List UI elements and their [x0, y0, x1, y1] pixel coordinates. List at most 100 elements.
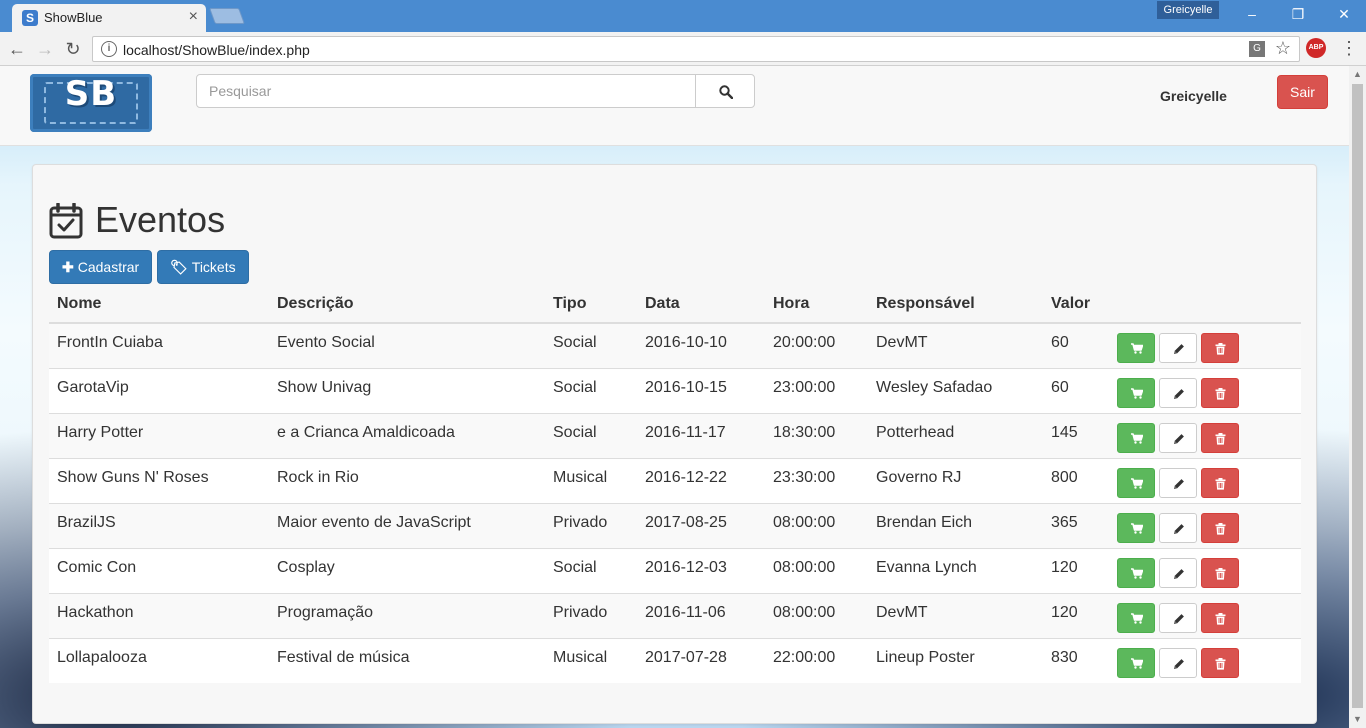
cadastrar-button[interactable]: ✚ Cadastrar [49, 250, 153, 284]
edit-event-button[interactable] [1159, 602, 1197, 633]
table-row: GarotaVip Show Univag Social 2016-10-15 23:0… [49, 367, 1301, 413]
scrollbar-thumb[interactable] [1352, 84, 1363, 708]
tab-close-icon[interactable]: × [189, 8, 198, 26]
delete-event-button[interactable] [1201, 557, 1239, 588]
cell-data: 2016-10-10 [637, 322, 765, 368]
adblock-plus-icon[interactable]: ABP [1306, 38, 1326, 58]
delete-event-button[interactable] [1201, 647, 1239, 678]
scroll-up-arrow-icon[interactable]: ▲ [1349, 66, 1366, 83]
cell-nome: Harry Potter [49, 412, 269, 458]
cell-descricao: Show Univag [269, 367, 545, 413]
column-header-data: Data [637, 286, 765, 324]
cell-data: 2016-11-06 [637, 592, 765, 638]
buy-ticket-button[interactable] [1117, 422, 1155, 453]
buy-ticket-button[interactable] [1117, 602, 1155, 633]
cell-actions [1117, 457, 1301, 503]
tickets-button[interactable]: 🏷︎ Tickets [157, 250, 249, 284]
buy-ticket-button[interactable] [1117, 333, 1155, 363]
table-row: FrontIn Cuiaba Evento Social Social 2016-10… [49, 322, 1301, 368]
cell-valor: 365 [1043, 502, 1117, 548]
cell-descricao: Programação [269, 592, 545, 638]
column-header-actions [1117, 286, 1301, 324]
edit-event-button[interactable] [1159, 377, 1197, 408]
delete-event-button[interactable] [1201, 333, 1239, 363]
cell-tipo: Privado [545, 592, 637, 638]
bookmark-star-icon[interactable]: ☆ [1275, 38, 1291, 59]
cell-actions [1117, 367, 1301, 413]
scroll-down-arrow-icon[interactable]: ▼ [1349, 711, 1366, 728]
cell-descricao: Maior evento de JavaScript [269, 502, 545, 548]
buy-ticket-button[interactable] [1117, 467, 1155, 498]
showblue-logo[interactable]: SB [30, 74, 152, 132]
cart-icon [1131, 387, 1143, 399]
delete-event-button[interactable] [1201, 422, 1239, 453]
edit-event-button[interactable] [1159, 512, 1197, 543]
cell-hora: 22:00:00 [765, 637, 868, 683]
cart-icon [1131, 657, 1143, 669]
minimize-button[interactable]: – [1229, 3, 1275, 25]
search-icon [719, 85, 733, 99]
reload-icon[interactable]: ↻ [62, 38, 84, 60]
edit-event-button[interactable] [1159, 422, 1197, 453]
cell-valor: 120 [1043, 547, 1117, 593]
maximize-button[interactable]: ❐ [1275, 3, 1321, 25]
buy-ticket-button[interactable] [1117, 377, 1155, 408]
cell-tipo: Privado [545, 502, 637, 548]
logout-button[interactable]: Sair [1277, 75, 1328, 109]
new-tab-button[interactable] [209, 8, 245, 24]
table-row: Hackathon Programação Privado 2016-11-06 08:… [49, 592, 1301, 638]
trash-icon [1215, 343, 1226, 355]
site-info-icon[interactable]: i [101, 41, 117, 57]
buy-ticket-button[interactable] [1117, 647, 1155, 678]
cell-actions [1117, 637, 1301, 683]
edit-event-button[interactable] [1159, 557, 1197, 588]
search-button[interactable] [695, 74, 755, 108]
cell-responsavel: Governo RJ [868, 457, 1043, 503]
forward-arrow-icon[interactable]: → [34, 38, 56, 60]
back-arrow-icon[interactable]: ← [6, 38, 28, 60]
url-text[interactable]: localhost/ShowBlue/index.php [123, 42, 310, 58]
browser-profile-button[interactable]: Greicyelle [1157, 1, 1219, 19]
calendar-check-icon [49, 203, 83, 239]
cell-tipo: Social [545, 412, 637, 458]
close-window-button[interactable]: ✕ [1321, 3, 1366, 25]
browser-menu-icon[interactable]: ⋮ [1340, 38, 1358, 58]
buy-ticket-button[interactable] [1117, 512, 1155, 543]
cell-responsavel: DevMT [868, 592, 1043, 638]
delete-event-button[interactable] [1201, 377, 1239, 408]
buy-ticket-button[interactable] [1117, 557, 1155, 588]
cell-hora: 08:00:00 [765, 592, 868, 638]
pencil-icon [1174, 523, 1184, 534]
edit-event-button[interactable] [1159, 647, 1197, 678]
cell-data: 2016-10-15 [637, 367, 765, 413]
cell-nome: BrazilJS [49, 502, 269, 548]
translate-icon[interactable]: G [1249, 41, 1265, 57]
edit-event-button[interactable] [1159, 467, 1197, 498]
delete-event-button[interactable] [1201, 467, 1239, 498]
delete-event-button[interactable] [1201, 512, 1239, 543]
logo-text: SB [64, 74, 118, 114]
cell-hora: 18:30:00 [765, 412, 868, 458]
browser-tab[interactable]: S ShowBlue × [12, 4, 206, 32]
table-row: Harry Potter e a Crianca Amaldicoada Socia… [49, 412, 1301, 458]
cart-icon [1131, 567, 1143, 579]
events-table-body: FrontIn Cuiaba Evento Social Social 2016-10… [49, 322, 1301, 683]
page-scrollbar[interactable]: ▲ ▼ [1349, 66, 1366, 728]
cell-descricao: Festival de música [269, 637, 545, 683]
trash-icon [1215, 477, 1226, 490]
cart-icon [1131, 522, 1143, 534]
pencil-icon [1174, 344, 1184, 354]
cell-valor: 830 [1043, 637, 1117, 683]
address-bar[interactable]: i localhost/ShowBlue/index.php G ☆ [92, 36, 1300, 62]
search-input[interactable] [196, 74, 696, 108]
table-row: Show Guns N' Roses Rock in Rio Musical 2016… [49, 457, 1301, 503]
cell-nome: GarotaVip [49, 367, 269, 413]
cart-icon [1131, 612, 1143, 624]
edit-event-button[interactable] [1159, 333, 1197, 363]
delete-event-button[interactable] [1201, 602, 1239, 633]
cart-icon [1131, 343, 1143, 354]
cell-responsavel: Wesley Safadao [868, 367, 1043, 413]
cell-tipo: Musical [545, 637, 637, 683]
cell-hora: 23:00:00 [765, 367, 868, 413]
cadastrar-label: Cadastrar [77, 259, 140, 275]
